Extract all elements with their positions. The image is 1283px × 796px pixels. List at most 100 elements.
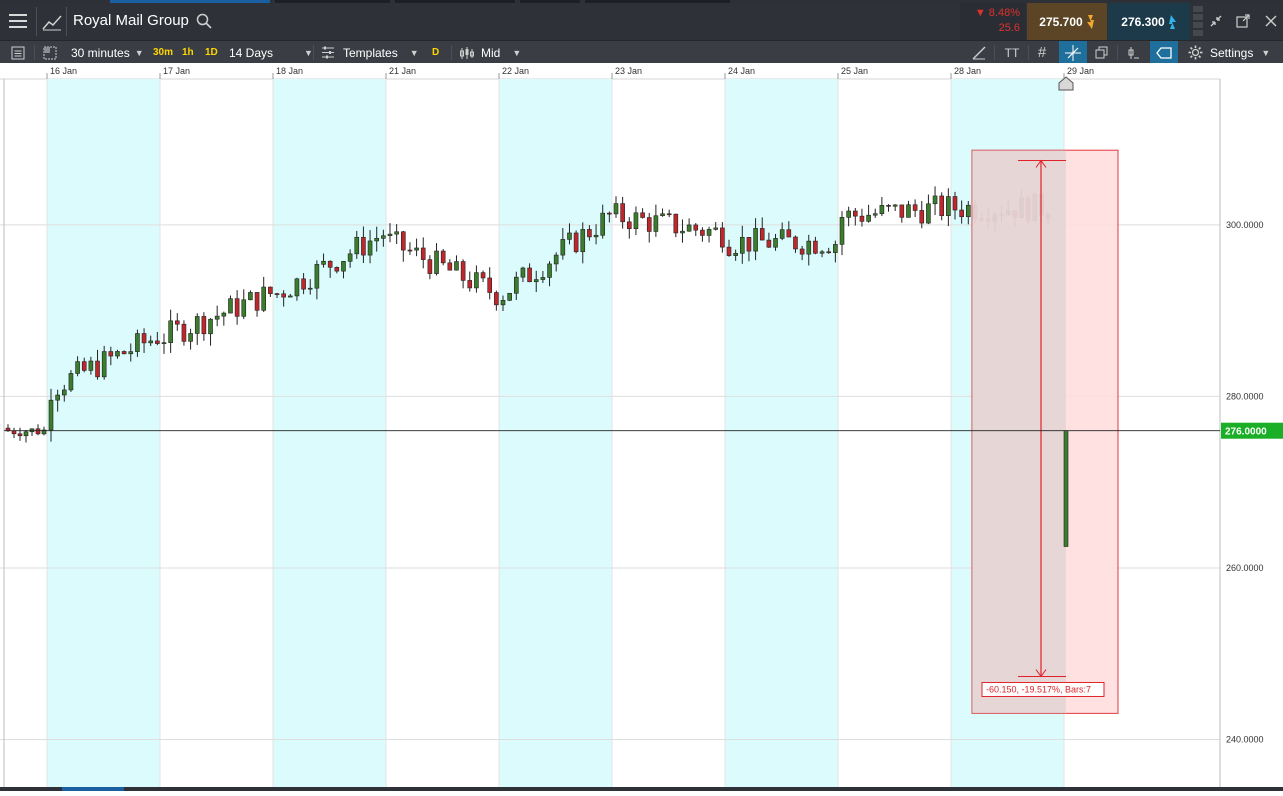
candle (68, 370, 74, 392)
candle-body (454, 261, 459, 271)
copy-window-icon[interactable] (1091, 41, 1113, 64)
candle (221, 311, 227, 326)
candle-body (766, 239, 772, 248)
settings-dropdown[interactable]: Settings ▼ (1210, 41, 1270, 64)
candle (613, 196, 619, 218)
instrument-name[interactable]: Royal Mail Group (73, 12, 189, 29)
candle-body (507, 292, 512, 301)
text-tool-icon[interactable]: TT (999, 41, 1025, 64)
candle (474, 265, 479, 293)
candle-body (626, 221, 632, 230)
hamburger-menu-icon[interactable] (8, 11, 28, 31)
candle-body (826, 251, 832, 254)
layout-grid-icon[interactable] (38, 41, 62, 64)
price-down-icon (1086, 14, 1094, 29)
candle-body (354, 236, 360, 255)
candle (394, 224, 399, 245)
candle-body (813, 240, 818, 254)
candle (467, 271, 473, 292)
list-icon[interactable] (6, 41, 30, 64)
draw-mode-label: D (432, 47, 440, 58)
chevron-down-icon: ▼ (1261, 47, 1271, 58)
candle (946, 188, 951, 227)
depth-bars-icon (1193, 6, 1203, 37)
candle (494, 290, 499, 311)
candle (17, 427, 23, 441)
trendline-tool-icon[interactable] (968, 41, 990, 64)
buy-price-button[interactable]: 276.300 (1108, 3, 1190, 40)
draw-mode-button[interactable]: D (432, 41, 439, 64)
candle-body (600, 212, 606, 236)
candle-body (201, 316, 207, 335)
down-arrow-icon: ▼ (974, 7, 989, 19)
candle-body (68, 373, 74, 391)
chevron-down-icon: ▼ (304, 47, 313, 58)
session-shade (273, 79, 386, 791)
crosshair-tool-icon[interactable] (1059, 41, 1087, 64)
period-label: 14 Days (229, 45, 274, 60)
candle (879, 197, 885, 217)
chevron-down-icon: ▼ (134, 47, 144, 58)
candle-body (946, 196, 951, 216)
candle (480, 270, 486, 283)
templates-dropdown[interactable]: Templates ▼ (343, 41, 419, 64)
period-chevron[interactable]: ▼ (299, 41, 313, 64)
price-up-icon (1168, 14, 1176, 29)
gear-icon[interactable] (1184, 41, 1206, 64)
quick-interval-1h[interactable]: 1h (182, 41, 194, 64)
candle-body (11, 430, 17, 435)
candle (859, 208, 865, 227)
candle (161, 333, 167, 354)
candle-body (248, 292, 253, 301)
candle-body (221, 312, 227, 317)
candle (573, 230, 579, 254)
quick-interval-1d[interactable]: 1D (205, 41, 218, 64)
interval-dropdown[interactable]: 30 minutes ▼ (71, 41, 144, 64)
candle (693, 223, 699, 236)
chart-area[interactable]: 16 Jan 17 Jan 18 Jan 21 Jan 22 Jan 23 Jan 24 J… (0, 63, 1283, 791)
candle-body (407, 249, 413, 252)
candle-body (700, 229, 705, 236)
candle (181, 320, 187, 346)
chart-type-icon[interactable] (41, 11, 63, 33)
candle-body (400, 231, 406, 251)
candle-body (228, 298, 233, 314)
price-type-icon (457, 41, 477, 64)
templates-icon (318, 41, 338, 64)
label-tag-icon[interactable] (1150, 41, 1178, 64)
candle-body (859, 215, 865, 222)
sell-price-button[interactable]: 275.700 (1027, 3, 1107, 40)
candle-body (487, 277, 493, 293)
price-tick-label: 240.0000 (1226, 735, 1264, 745)
grid-toggle-icon[interactable]: # (1031, 41, 1053, 64)
candle (906, 200, 911, 218)
candle-body (434, 250, 439, 274)
minimize-icon[interactable] (1207, 12, 1225, 30)
candle-body (155, 340, 160, 344)
price-chart[interactable]: 16 Jan 17 Jan 18 Jan 21 Jan 22 Jan 23 Jan 24 J… (0, 63, 1283, 791)
candle-body (906, 204, 911, 218)
close-icon[interactable] (1262, 12, 1280, 30)
candle-body (81, 361, 87, 371)
candle (852, 207, 858, 226)
candle-body (75, 361, 80, 374)
indicator-icon[interactable] (1122, 41, 1144, 64)
candle (620, 196, 625, 229)
pop-out-icon[interactable] (1234, 12, 1252, 30)
period-dropdown[interactable]: 14 Days (229, 41, 273, 64)
candle (839, 211, 845, 256)
candle-body (367, 240, 373, 256)
candle-body (474, 272, 479, 289)
candle-body (833, 244, 838, 253)
price-type-dropdown[interactable]: Mid ▼ (481, 41, 521, 64)
search-icon[interactable] (195, 12, 213, 30)
candle-body (819, 251, 825, 254)
candle-body (926, 203, 931, 224)
candle (939, 192, 945, 221)
candle-body (527, 267, 532, 283)
candle (427, 255, 433, 280)
candle-body (746, 237, 752, 252)
quick-interval-30m[interactable]: 30m (153, 41, 173, 64)
window-bottom-strip (0, 787, 1283, 791)
candle-body (287, 295, 293, 298)
